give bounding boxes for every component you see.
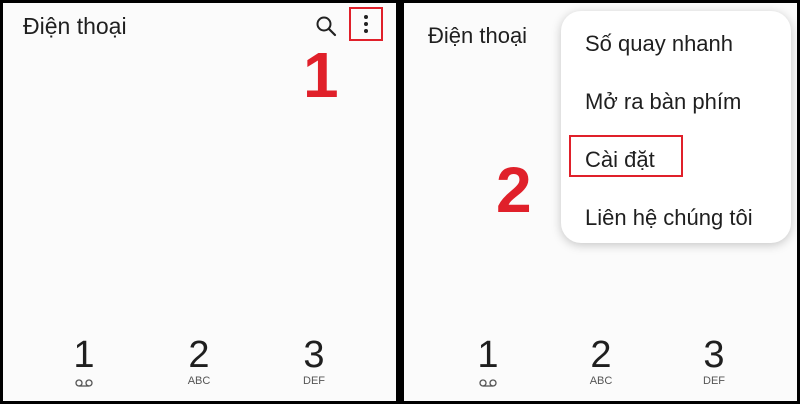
key-letters: ABC <box>187 375 211 387</box>
key-digit: 3 <box>703 334 725 376</box>
key-1[interactable]: 1 <box>458 335 518 387</box>
key-digit: 2 <box>590 334 612 376</box>
menu-item-contact-us[interactable]: Liên hệ chúng tôi <box>585 205 753 231</box>
app-title: Điện thoại <box>23 13 127 39</box>
key-digit: 2 <box>188 334 210 376</box>
key-1[interactable]: 1 <box>54 335 114 387</box>
menu-item-open-keypad[interactable]: Mở ra bàn phím <box>585 89 741 115</box>
settings-highlight <box>569 135 683 177</box>
voicemail-icon <box>54 375 114 387</box>
voicemail-icon <box>458 375 518 387</box>
key-digit: 3 <box>303 334 325 376</box>
step-number-1: 1 <box>303 39 339 111</box>
overflow-menu: Số quay nhanh Mở ra bàn phím Cài đặt Liê… <box>561 11 791 243</box>
dial-keypad: 1 2 ABC 3 DEF <box>404 335 797 395</box>
app-title: Điện thoại <box>428 23 528 48</box>
dial-keypad: 1 2 ABC 3 DEF <box>3 335 396 395</box>
left-phone-screen: Điện thoại 1 1 2 ABC 3 DEF <box>3 3 396 401</box>
key-2[interactable]: 2 ABC <box>571 335 631 387</box>
key-3[interactable]: 3 DEF <box>684 335 744 387</box>
more-options-highlight <box>349 7 383 41</box>
step-number-2: 2 <box>496 154 532 226</box>
key-3[interactable]: 3 DEF <box>284 335 344 387</box>
key-letters: DEF <box>703 375 725 387</box>
key-letters: ABC <box>589 375 613 387</box>
key-letters: DEF <box>303 375 325 387</box>
search-icon[interactable] <box>315 15 337 37</box>
key-digit: 1 <box>477 334 499 376</box>
right-phone-screen: Điện thoại 2 Số quay nhanh Mở ra bàn phí… <box>404 3 797 401</box>
key-digit: 1 <box>73 334 95 376</box>
key-2[interactable]: 2 ABC <box>169 335 229 387</box>
menu-item-speed-dial[interactable]: Số quay nhanh <box>585 31 733 57</box>
